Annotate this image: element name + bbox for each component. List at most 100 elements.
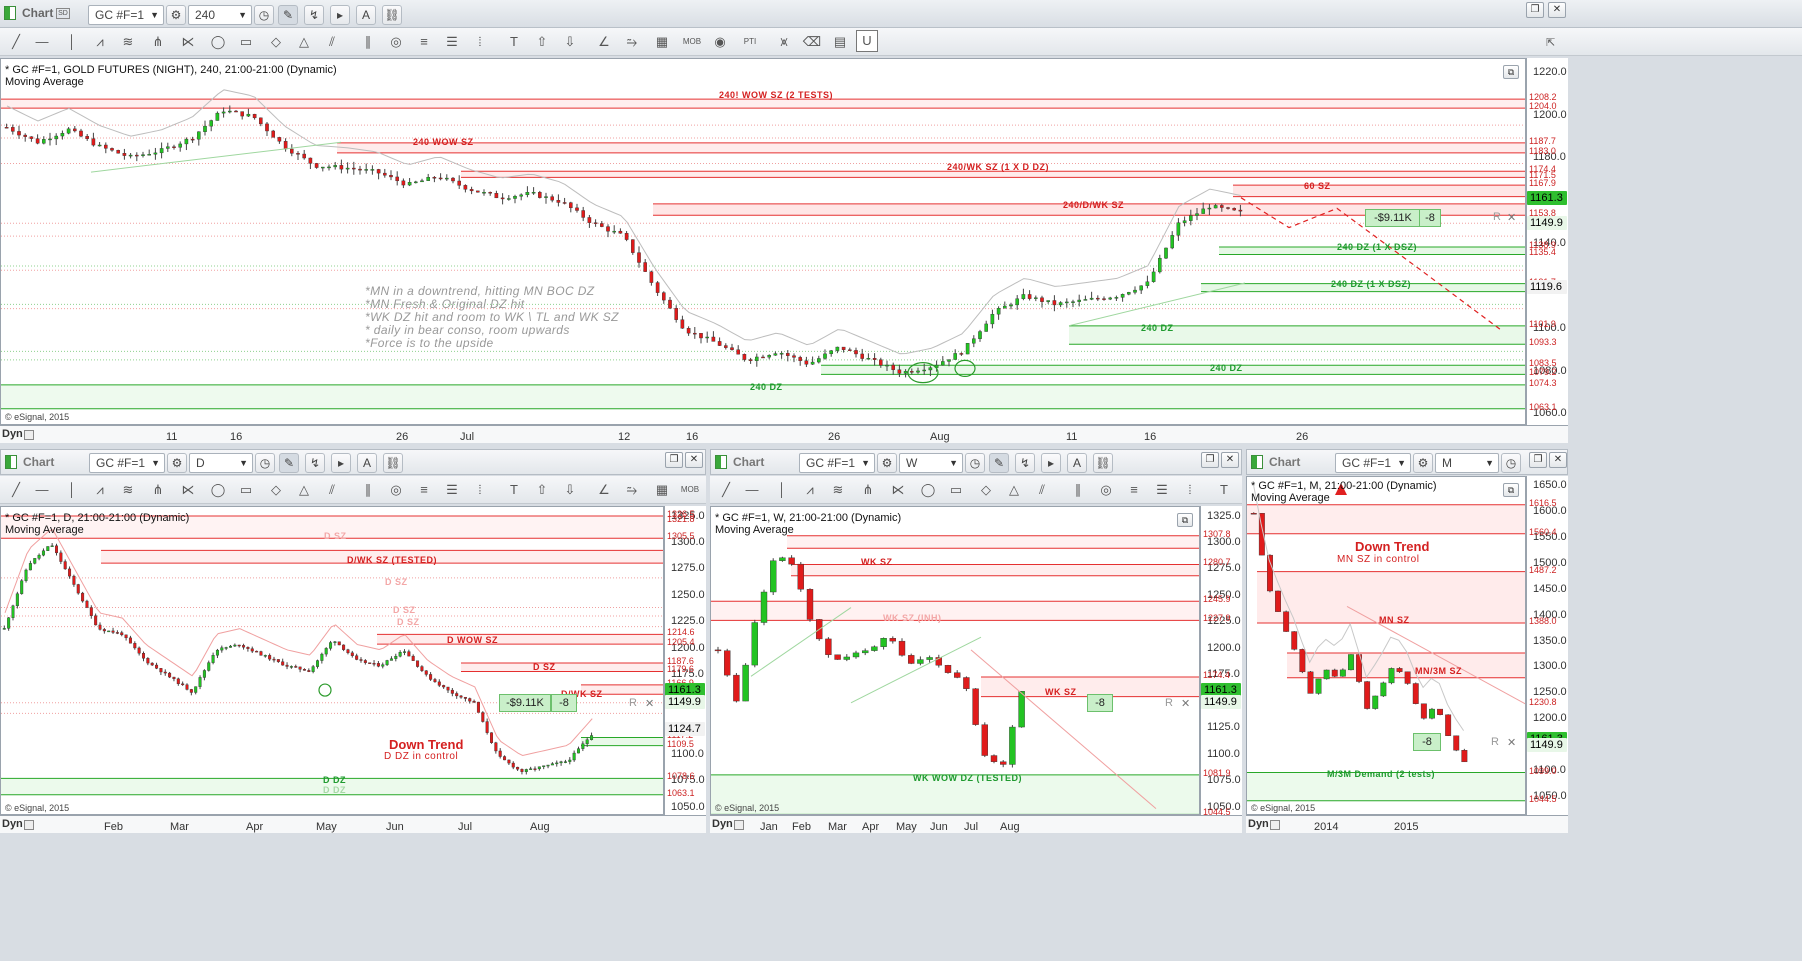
- bars-tool-icon[interactable]: ⦙: [468, 30, 492, 54]
- alert-icon[interactable]: A: [356, 5, 376, 25]
- symbol-input[interactable]: GC #F=1 ▼: [799, 453, 875, 473]
- grid-tool-icon[interactable]: ▦: [650, 30, 674, 54]
- interval-input[interactable]: 240 ▼: [188, 5, 252, 25]
- reverse-icon[interactable]: R: [629, 697, 637, 709]
- cursor-icon[interactable]: ↯: [1015, 453, 1035, 473]
- mob-tool-icon[interactable]: MOB: [678, 478, 702, 502]
- settings-gear-icon[interactable]: ⚙: [166, 5, 186, 25]
- ellipse-tool-icon[interactable]: ◯: [206, 30, 230, 54]
- grid-tool-icon[interactable]: ▦: [650, 478, 674, 502]
- wave-tool-icon[interactable]: ⩘: [88, 478, 112, 502]
- text-tool-icon[interactable]: T: [502, 30, 526, 54]
- wave-tool-icon[interactable]: ⩘: [798, 478, 822, 502]
- triangle-tool-icon[interactable]: △: [292, 30, 316, 54]
- vline-tool-icon[interactable]: │: [60, 30, 84, 54]
- alert-icon[interactable]: A: [1067, 453, 1087, 473]
- close-window-button[interactable]: ✕: [1221, 452, 1239, 468]
- bars-tool-icon[interactable]: ⦙: [1178, 478, 1202, 502]
- levels-tool-icon[interactable]: ☰: [440, 30, 464, 54]
- monthly-chart-pane[interactable]: * GC #F=1, M, 21:00-21:00 (Dynamic) Movi…: [1246, 476, 1526, 815]
- dyn-toggle-icon[interactable]: [734, 820, 744, 830]
- main-time-axis[interactable]: Dyn 11 16 26 Jul 12 16 26 Aug 11 16 26: [0, 425, 1568, 443]
- arrow-up-tool-icon[interactable]: ⇧: [530, 478, 554, 502]
- interval-input[interactable]: D ▼: [189, 453, 253, 473]
- dyn-toggle-icon[interactable]: [24, 820, 34, 830]
- weekly-chart-pane[interactable]: * GC #F=1, W, 21:00-21:00 (Dynamic) Movi…: [710, 506, 1200, 815]
- daily-time-axis[interactable]: Dyn Feb Mar Apr May Jun Jul Aug: [0, 815, 706, 833]
- gann-tool-icon[interactable]: ≡: [412, 30, 436, 54]
- position-qty[interactable]: -8: [1419, 209, 1441, 227]
- magnet-tool-icon[interactable]: U: [856, 30, 878, 52]
- cursor-icon[interactable]: ↯: [305, 453, 325, 473]
- monthly-time-axis[interactable]: Dyn 2014 2015: [1246, 815, 1568, 833]
- fan-tool-icon[interactable]: ⋉: [886, 478, 910, 502]
- reverse-icon[interactable]: R: [1165, 697, 1173, 709]
- channel-tool-icon[interactable]: ⫽: [320, 478, 344, 502]
- hline-tool-icon[interactable]: —: [740, 478, 764, 502]
- position-pnl[interactable]: -$9.11K: [1365, 209, 1421, 227]
- dyn-toggle-icon[interactable]: [24, 430, 34, 440]
- close-position-icon[interactable]: ✕: [1507, 736, 1516, 749]
- symbol-input[interactable]: GC #F=1 ▼: [1335, 453, 1411, 473]
- arrow-down-tool-icon[interactable]: ⇩: [558, 478, 582, 502]
- triangle-tool-icon[interactable]: △: [1002, 478, 1026, 502]
- cycle-tool-icon[interactable]: ◎: [384, 478, 408, 502]
- zigzag-tool-icon[interactable]: ⩙: [772, 30, 796, 54]
- levels-tool-icon[interactable]: ☰: [440, 478, 464, 502]
- line-tool-icon[interactable]: ╱: [4, 478, 28, 502]
- clock-icon[interactable]: ◷: [255, 453, 275, 473]
- play-icon[interactable]: ▸: [1041, 453, 1061, 473]
- pencil-icon[interactable]: ✎: [278, 5, 298, 25]
- arrow-up-tool-icon[interactable]: ⇧: [530, 30, 554, 54]
- settings-gear-icon[interactable]: ⚙: [1413, 453, 1433, 473]
- cycle-tool-icon[interactable]: ◎: [1094, 478, 1118, 502]
- clock-icon[interactable]: ◷: [1501, 453, 1521, 473]
- pitchfork-tool-icon[interactable]: ⋔: [146, 30, 170, 54]
- weekly-time-axis[interactable]: Dyn Jan Feb Mar Apr May Jun Jul Aug: [710, 815, 1242, 833]
- daily-chart-pane[interactable]: * GC #F=1, D, 21:00-21:00 (Dynamic) Movi…: [0, 506, 664, 815]
- link-icon[interactable]: SD: [56, 8, 70, 19]
- restore-window-button[interactable]: ❐: [1526, 2, 1544, 18]
- interval-input[interactable]: W ▼: [899, 453, 963, 473]
- vline-tool-icon[interactable]: │: [770, 478, 794, 502]
- rectangle-tool-icon[interactable]: ▭: [234, 478, 258, 502]
- reverse-icon[interactable]: R: [1491, 736, 1499, 748]
- parallel-tool-icon[interactable]: ∥: [1066, 478, 1090, 502]
- pencil-icon[interactable]: ✎: [989, 453, 1009, 473]
- close-window-button[interactable]: ✕: [1548, 2, 1566, 18]
- link-chain-icon[interactable]: ⛓: [383, 453, 403, 473]
- link-chain-icon[interactable]: ⛓: [1093, 453, 1113, 473]
- pane-maximize-icon[interactable]: ⧉: [1503, 65, 1519, 79]
- restore-window-button[interactable]: ❐: [1201, 452, 1219, 468]
- restore-window-button[interactable]: ❐: [1529, 452, 1547, 468]
- pitchfork-tool-icon[interactable]: ⋔: [856, 478, 880, 502]
- symbol-input[interactable]: GC #F=1 ▼: [88, 5, 164, 25]
- diamond-tool-icon[interactable]: ◇: [264, 30, 288, 54]
- text-tool-icon[interactable]: T: [502, 478, 526, 502]
- main-price-axis[interactable]: 1220.01200.01180.01160.01140.01120.01100…: [1526, 58, 1568, 425]
- fan-tool-icon[interactable]: ⋉: [176, 30, 200, 54]
- position-pnl[interactable]: -$9.11K: [499, 694, 551, 712]
- reverse-icon[interactable]: R: [1493, 211, 1501, 223]
- close-window-button[interactable]: ✕: [685, 452, 703, 468]
- bars-tool-icon[interactable]: ⦙: [468, 478, 492, 502]
- wave-tool-icon[interactable]: ⩘: [88, 30, 112, 54]
- alert-icon[interactable]: A: [357, 453, 377, 473]
- clock-icon[interactable]: ◷: [254, 5, 274, 25]
- gann-tool-icon[interactable]: ≡: [1122, 478, 1146, 502]
- link-chain-icon[interactable]: ⛓: [382, 5, 402, 25]
- rectangle-tool-icon[interactable]: ▭: [944, 478, 968, 502]
- cursor-icon[interactable]: ↯: [304, 5, 324, 25]
- eye-tool-icon[interactable]: ◉: [708, 30, 732, 54]
- clock-icon[interactable]: ◷: [965, 453, 985, 473]
- channel-tool-icon[interactable]: ⫽: [320, 30, 344, 54]
- diamond-tool-icon[interactable]: ◇: [974, 478, 998, 502]
- arrow-down-tool-icon[interactable]: ⇩: [558, 30, 582, 54]
- settings-gear-icon[interactable]: ⚙: [877, 453, 897, 473]
- angle-tool-icon[interactable]: ∠: [592, 478, 616, 502]
- toolbar-expand-icon[interactable]: ⇱: [1546, 36, 1560, 50]
- play-icon[interactable]: ▸: [331, 453, 351, 473]
- vline-tool-icon[interactable]: │: [60, 478, 84, 502]
- symbol-input[interactable]: GC #F=1 ▼: [89, 453, 165, 473]
- interval-input[interactable]: M ▼: [1435, 453, 1499, 473]
